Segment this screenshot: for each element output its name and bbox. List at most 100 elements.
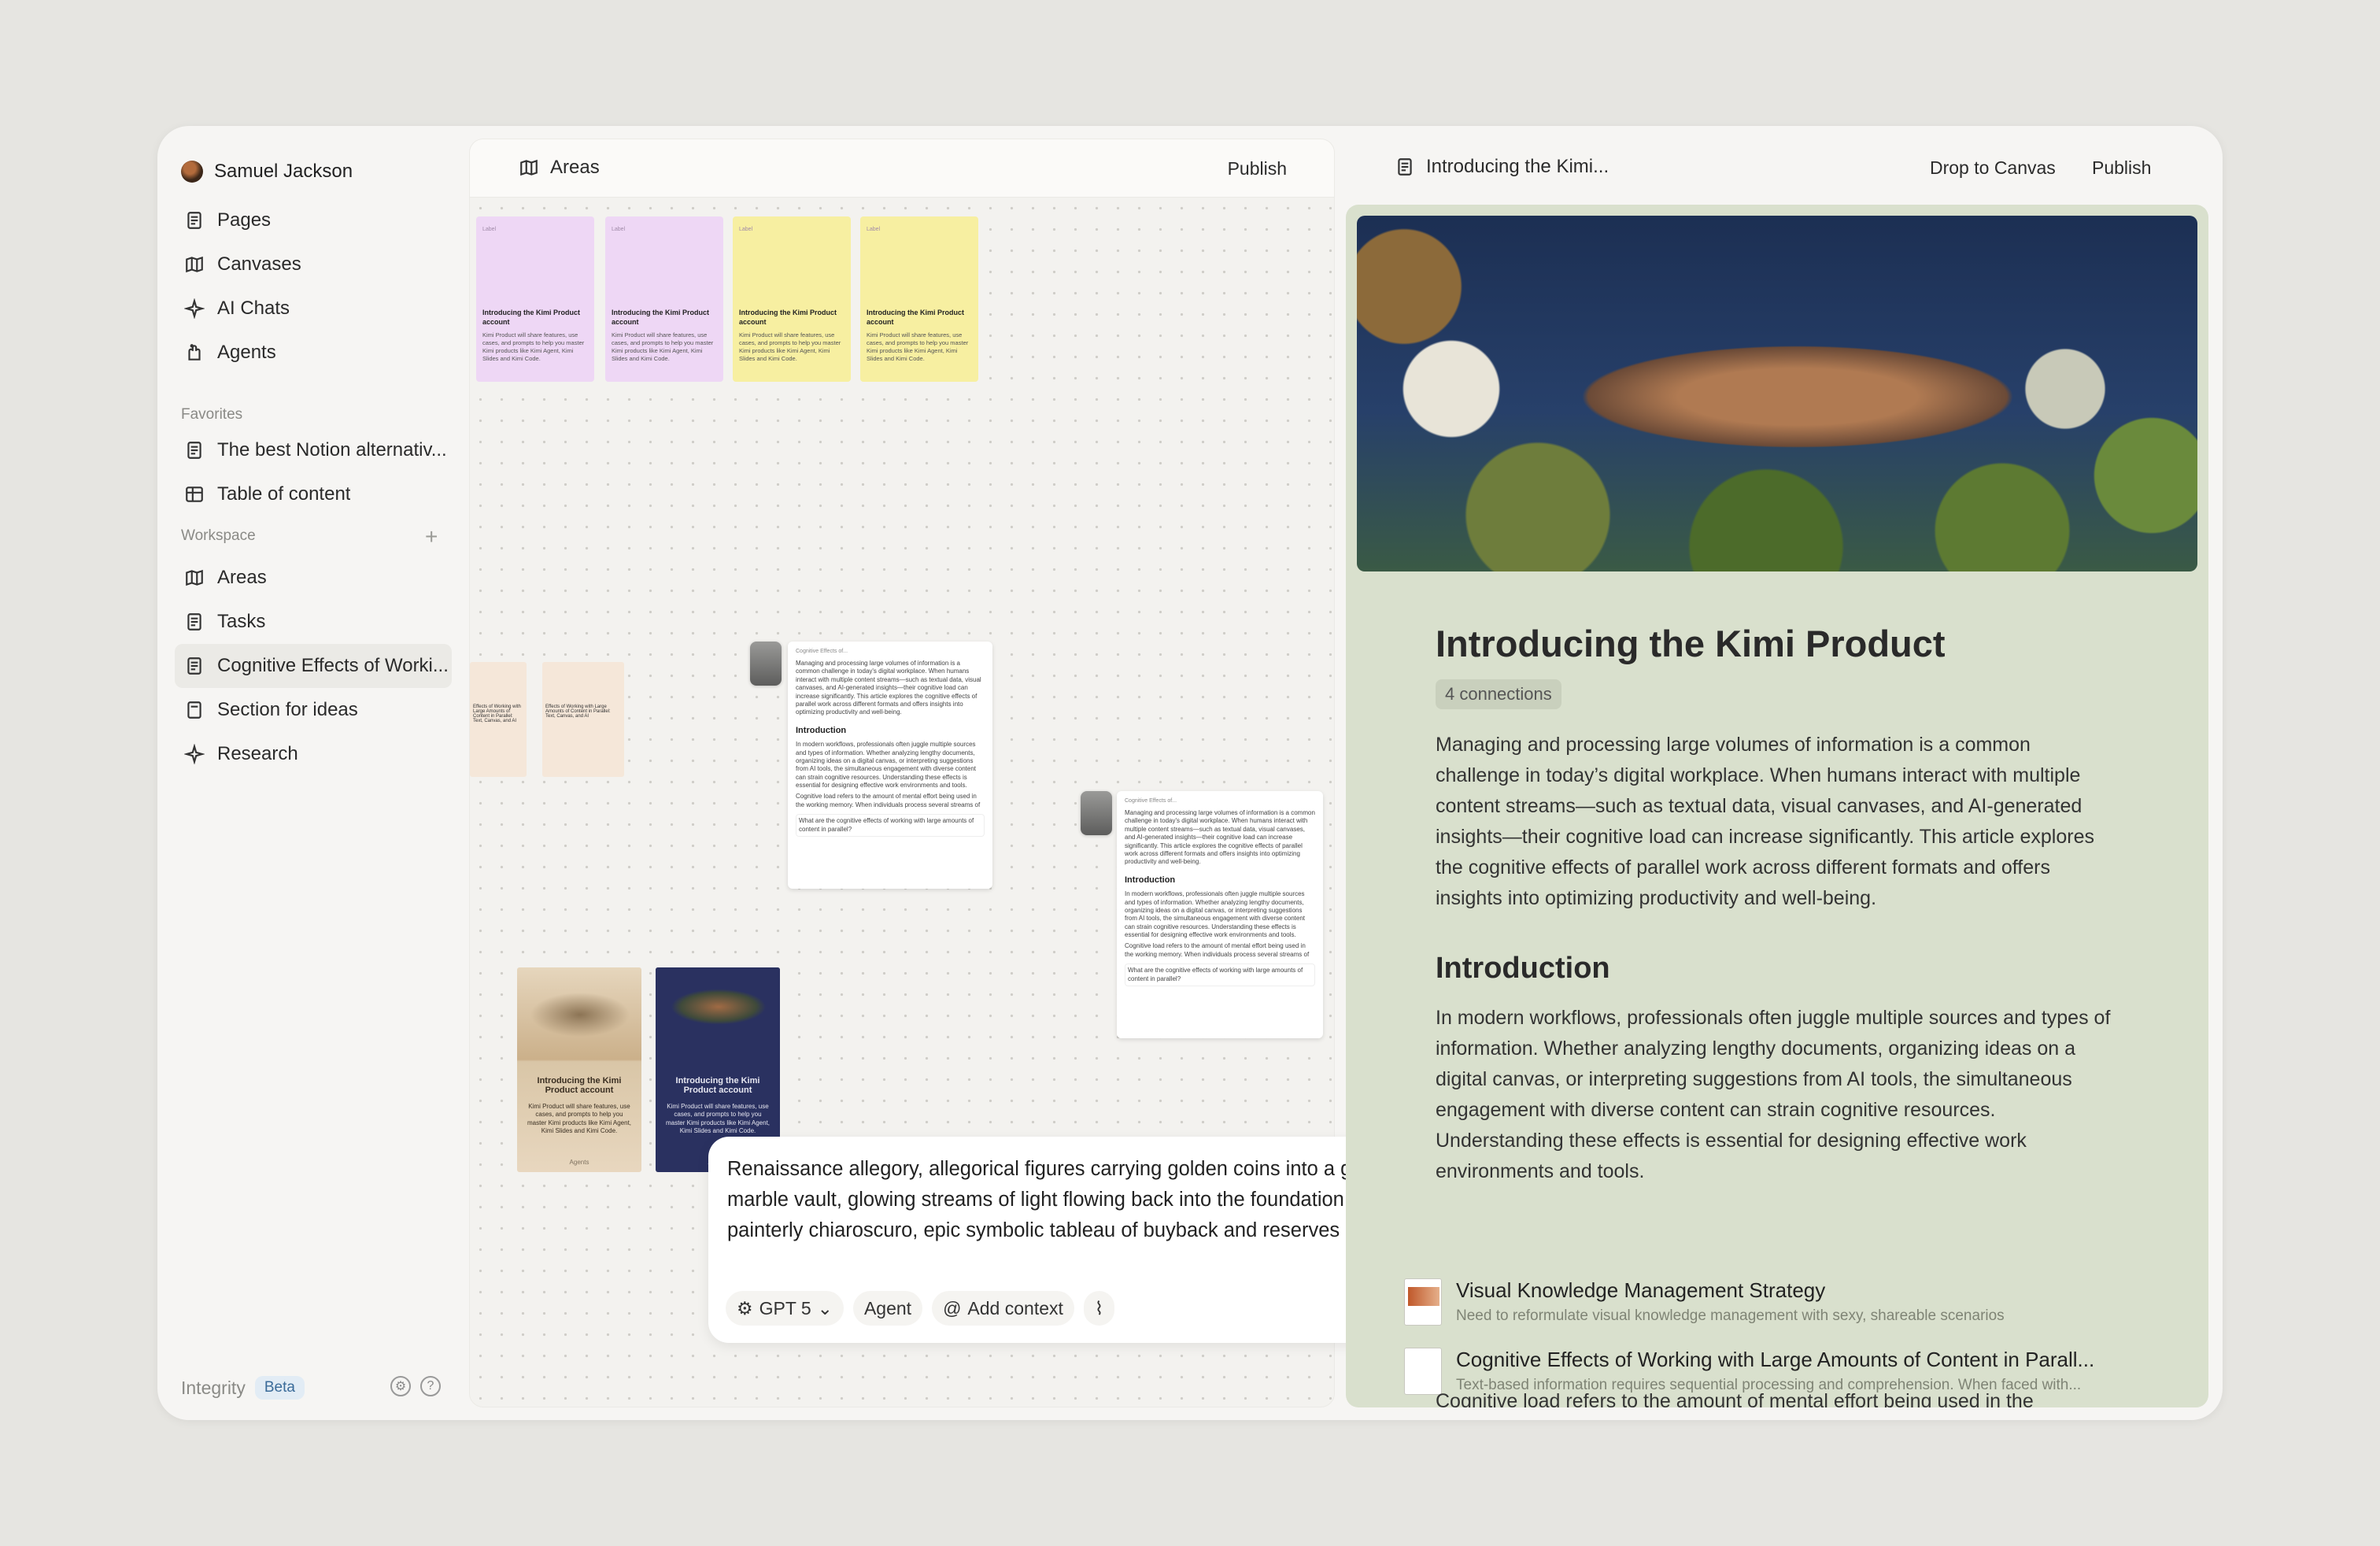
canvas-doc-thumbnail[interactable]: Effects of Working with Large Amounts of… bbox=[542, 662, 624, 777]
sticky-body: Kimi Product will share features, use ca… bbox=[612, 331, 714, 362]
sticky-body: Kimi Product will share features, use ca… bbox=[867, 331, 969, 362]
linked-page[interactable]: Visual Knowledge Management Strategy Nee… bbox=[1404, 1278, 2160, 1326]
composer-toolbar: ⚙ GPT 5 ⌄ Agent @ Add context ⌇ ↑ bbox=[726, 1286, 1396, 1330]
canvas-doc-thumbnail[interactable]: Effects of Working with Large Amounts of… bbox=[470, 662, 527, 777]
sidebar-item-research[interactable]: Research bbox=[175, 732, 452, 776]
sidebar-item-label: Cognitive Effects of Worki... bbox=[217, 655, 449, 676]
doc-card-body: In modern workflows, professionals often… bbox=[1125, 890, 1306, 939]
user-profile[interactable]: Samuel Jackson bbox=[181, 150, 353, 194]
agent-icon bbox=[184, 342, 205, 363]
doc-card-header: Cognitive Effects of... bbox=[796, 649, 848, 654]
canvas-poster[interactable]: Introducing the Kimi Product account Kim… bbox=[517, 967, 641, 1172]
at-icon: @ bbox=[943, 1297, 962, 1319]
ai-composer[interactable]: Renaissance allegory, allegorical figure… bbox=[708, 1137, 1409, 1343]
model-selector[interactable]: ⚙ GPT 5 ⌄ bbox=[726, 1291, 844, 1326]
sidebar-item-cognitive-effects[interactable]: Cognitive Effects of Worki... bbox=[175, 644, 452, 688]
help-icon[interactable]: ? bbox=[420, 1376, 441, 1396]
agent-label: Agent bbox=[863, 1297, 912, 1319]
sticky-note[interactable]: Label Introducing the Kimi Product accou… bbox=[860, 216, 978, 382]
drop-to-canvas-button[interactable]: Drop to Canvas bbox=[1930, 157, 2056, 179]
page-icon bbox=[1395, 157, 1415, 177]
doc-card-intro: Managing and processing large volumes of… bbox=[796, 660, 981, 716]
map-icon bbox=[519, 157, 539, 178]
linked-page-thumbnail bbox=[1404, 1348, 1442, 1395]
page-icon bbox=[184, 612, 205, 632]
canvas-doc-card[interactable]: Cognitive Effects of... Managing and pro… bbox=[788, 642, 992, 889]
hero-image bbox=[1357, 216, 2197, 571]
document-paragraph: In modern workflows, professionals often… bbox=[1436, 1007, 2111, 1182]
document-header: Introducing the Kimi... Drop to Canvas P… bbox=[1343, 139, 2212, 197]
document-publish-button[interactable]: Publish bbox=[2092, 157, 2151, 179]
sticky-note[interactable]: Label Introducing the Kimi Product accou… bbox=[733, 216, 851, 382]
sidebar-item-label: Canvases bbox=[217, 253, 301, 275]
sidebar-item-favorite-toc[interactable]: Table of content bbox=[175, 472, 452, 516]
document-title: Introducing the Kimi Product bbox=[1436, 623, 1946, 664]
canvas-publish-button[interactable]: Publish bbox=[1228, 158, 1287, 179]
author-avatar bbox=[1081, 791, 1112, 835]
sidebar-item-agents[interactable]: Agents bbox=[175, 331, 452, 375]
thumbnail-text: Effects of Working with Large Amounts of… bbox=[545, 705, 611, 719]
poster-title: Introducing the Kimi Product account bbox=[537, 1076, 622, 1095]
document-panel: Introducing the Kimi... Drop to Canvas P… bbox=[1343, 139, 2212, 1407]
sticky-title: Introducing the Kimi Product account bbox=[739, 309, 837, 326]
doc-card-body2: Cognitive load refers to the amount of m… bbox=[1125, 942, 1310, 958]
footer-icons: ⚙ ? bbox=[390, 1376, 441, 1396]
doc-card-heading: Introduction bbox=[1125, 875, 1176, 885]
doc-card-question[interactable]: What are the cognitive effects of workin… bbox=[1125, 963, 1315, 987]
page-icon bbox=[184, 440, 205, 460]
add-workspace-item-button[interactable]: + bbox=[425, 524, 438, 549]
poster-art bbox=[656, 967, 780, 1070]
sidebar-item-canvases[interactable]: Canvases bbox=[175, 242, 452, 287]
sidebar-item-section-ideas[interactable]: Section for ideas bbox=[175, 688, 452, 732]
sidebar-item-label: Pages bbox=[217, 209, 272, 231]
beta-badge: Beta bbox=[254, 1376, 305, 1400]
document-page: Introducing the Kimi Product 4 connectio… bbox=[1346, 205, 2208, 1407]
sidebar-item-pages[interactable]: Pages bbox=[175, 198, 452, 242]
sidebar-item-label: Agents bbox=[217, 342, 276, 363]
settings-icon[interactable]: ⚙ bbox=[390, 1376, 411, 1396]
doc-card-heading: Introduction bbox=[796, 725, 847, 735]
integrity-status: Integrity Beta bbox=[181, 1376, 305, 1400]
map-icon bbox=[184, 254, 205, 275]
prompt-input[interactable]: Renaissance allegory, allegorical figure… bbox=[727, 1154, 1388, 1246]
integrity-label: Integrity bbox=[181, 1377, 246, 1398]
user-name: Samuel Jackson bbox=[214, 161, 353, 182]
connections-badge[interactable]: 4 connections bbox=[1436, 679, 1561, 709]
document-paragraph-cutoff: Cognitive load refers to the amount of m… bbox=[1436, 1390, 2034, 1407]
linked-page[interactable]: Cognitive Effects of Working with Large … bbox=[1404, 1348, 2160, 1395]
agent-button[interactable]: Agent bbox=[852, 1291, 923, 1326]
add-context-label: Add context bbox=[967, 1297, 1063, 1319]
page-icon bbox=[184, 656, 205, 676]
sticky-label: Label bbox=[867, 227, 881, 232]
sticky-body: Kimi Product will share features, use ca… bbox=[739, 331, 841, 362]
sidebar-item-label: AI Chats bbox=[217, 298, 290, 319]
page-icon bbox=[184, 210, 205, 231]
doc-card-body: In modern workflows, professionals often… bbox=[796, 741, 977, 790]
canvas-title[interactable]: Areas bbox=[519, 157, 600, 179]
thumbnail-text: Effects of Working with Large Amounts of… bbox=[473, 705, 521, 723]
document-tab-title: Introducing the Kimi... bbox=[1426, 156, 1609, 177]
poster-body: Kimi Product will share features, use ca… bbox=[527, 1103, 632, 1135]
favorites-nav: The best Notion alternativ... Table of c… bbox=[175, 428, 452, 516]
sidebar-item-tasks[interactable]: Tasks bbox=[175, 600, 452, 644]
sidebar-item-label: The best Notion alternativ... bbox=[217, 439, 447, 460]
document-tab[interactable]: Introducing the Kimi... bbox=[1395, 156, 1609, 178]
sticky-label: Label bbox=[612, 227, 626, 232]
openai-icon: ⚙ bbox=[737, 1297, 753, 1319]
sidebar-item-ai-chats[interactable]: AI Chats bbox=[175, 287, 452, 331]
workspace-nav: Areas Tasks Cognitive Effects of Worki..… bbox=[175, 556, 452, 776]
attach-button[interactable]: ⌇ bbox=[1083, 1291, 1115, 1326]
linked-page-title: Visual Knowledge Management Strategy bbox=[1456, 1278, 1826, 1302]
sparkle-icon bbox=[184, 744, 205, 764]
sticky-note[interactable]: Label Introducing the Kimi Product accou… bbox=[605, 216, 723, 382]
sidebar-item-label: Areas bbox=[217, 567, 267, 588]
sticky-title: Introducing the Kimi Product account bbox=[612, 309, 709, 326]
poster-art bbox=[517, 967, 641, 1070]
sidebar-item-areas[interactable]: Areas bbox=[175, 556, 452, 600]
sidebar-item-favorite-notion[interactable]: The best Notion alternativ... bbox=[175, 428, 452, 472]
sticky-note[interactable]: Label Introducing the Kimi Product accou… bbox=[476, 216, 594, 382]
canvas-header: Areas Publish bbox=[470, 139, 1334, 198]
doc-card-question[interactable]: What are the cognitive effects of workin… bbox=[796, 814, 985, 838]
canvas-doc-card[interactable]: Cognitive Effects of... Managing and pro… bbox=[1117, 791, 1323, 1038]
add-context-button[interactable]: @ Add context bbox=[932, 1291, 1074, 1326]
